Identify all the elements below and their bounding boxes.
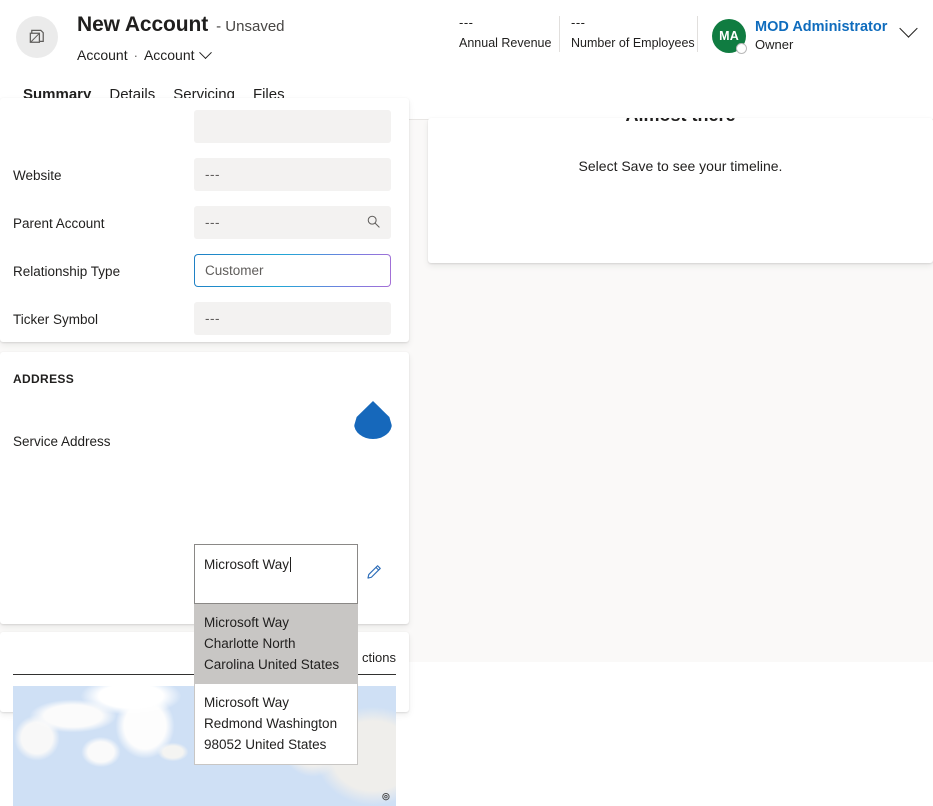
website-input[interactable]: ---	[194, 158, 391, 191]
field-label-ticker-symbol: Ticker Symbol	[13, 312, 99, 327]
list-item[interactable]: Microsoft Way Charlotte North Carolina U…	[195, 604, 357, 684]
breadcrumb-entity: Account	[77, 47, 128, 63]
stat-label: Annual Revenue	[459, 36, 552, 50]
breadcrumb-separator: ·	[133, 47, 138, 63]
form-body: Website --- Parent Account --- Relations…	[0, 98, 933, 806]
suggestion-line: Microsoft Way	[204, 615, 290, 630]
timeline-empty-subtitle: Select Save to see your timeline.	[578, 158, 783, 174]
owner-info[interactable]: MA MOD Administrator Owner	[712, 18, 887, 54]
record-title: New Account	[77, 13, 209, 36]
service-address-input[interactable]: Microsoft Way	[194, 544, 358, 604]
map-attribution: ◎	[381, 791, 390, 801]
suggestion-line: 98052 United States	[204, 737, 327, 752]
stat-number-of-employees: --- Number of Employees	[571, 14, 695, 52]
service-address-text: Microsoft Way	[204, 557, 292, 572]
search-icon[interactable]	[366, 214, 381, 232]
list-item[interactable]: Microsoft Way Redmond Washington 98052 U…	[195, 684, 357, 764]
owner-role: Owner	[755, 37, 794, 52]
presence-indicator-icon	[736, 42, 747, 54]
timeline-panel: Almost there Select Save to see your tim…	[428, 118, 933, 263]
field-row-parent-account: Parent Account ---	[0, 202, 409, 250]
clipped-field-input[interactable]	[194, 110, 391, 143]
unsaved-status: - Unsaved	[216, 18, 285, 35]
field-row-clipped	[0, 106, 409, 154]
account-card-icon	[16, 16, 58, 58]
website-value: ---	[205, 167, 220, 182]
header-expand-chevron-down-icon[interactable]	[899, 19, 918, 38]
stat-annual-revenue: --- Annual Revenue	[459, 14, 551, 52]
header-divider-2	[697, 16, 698, 52]
text-caret	[290, 557, 292, 572]
avatar-initials: MA	[719, 28, 739, 43]
field-label-parent-account: Parent Account	[13, 216, 105, 231]
field-row-ticker-symbol: Ticker Symbol ---	[0, 298, 409, 346]
suggestion-line: Microsoft Way	[204, 695, 290, 710]
parent-account-value: ---	[205, 215, 220, 230]
address-section-heading: ADDRESS	[13, 372, 75, 386]
page-title: New Account - Unsaved	[77, 13, 285, 37]
address-suggestions-list: Microsoft Way Charlotte North Carolina U…	[194, 604, 358, 765]
field-label-website: Website	[13, 168, 62, 183]
relationship-type-input[interactable]: Customer	[194, 254, 391, 287]
chevron-down-icon[interactable]	[198, 45, 212, 59]
suggestion-line: Charlotte North	[204, 636, 296, 651]
avatar[interactable]: MA	[712, 18, 747, 54]
field-label-relationship-type: Relationship Type	[13, 264, 121, 279]
field-row-relationship-type: Relationship Type Customer	[0, 250, 409, 298]
stat-value: ---	[459, 15, 474, 30]
parent-account-input[interactable]: ---	[194, 206, 391, 239]
record-header: New Account - Unsaved Account · Account …	[0, 0, 933, 78]
suggestion-line: Redmond Washington	[204, 716, 338, 731]
stat-value: ---	[571, 15, 586, 30]
ticker-symbol-value: ---	[205, 311, 220, 326]
right-column: Almost there Select Save to see your tim…	[418, 118, 933, 662]
owner-name[interactable]: MOD Administrator	[755, 18, 887, 36]
field-row-website: Website ---	[0, 154, 409, 202]
left-column: Website --- Parent Account --- Relations…	[0, 98, 410, 806]
field-label-service-address: Service Address	[13, 434, 111, 449]
stat-label: Number of Employees	[571, 36, 695, 50]
timeline-empty-title: Almost there	[428, 118, 933, 126]
suggestion-line: Carolina United States	[204, 657, 340, 672]
ticker-symbol-input[interactable]: ---	[194, 302, 391, 335]
form-selector-label[interactable]: Account	[144, 47, 195, 63]
breadcrumb: Account · Account	[77, 45, 212, 63]
header-divider-1	[559, 16, 560, 52]
pencil-icon[interactable]	[364, 563, 383, 587]
general-fields-card: Website --- Parent Account --- Relations…	[0, 98, 409, 342]
field-row-service-address: Service Address	[0, 420, 409, 468]
relationship-type-value: Customer	[205, 263, 264, 278]
